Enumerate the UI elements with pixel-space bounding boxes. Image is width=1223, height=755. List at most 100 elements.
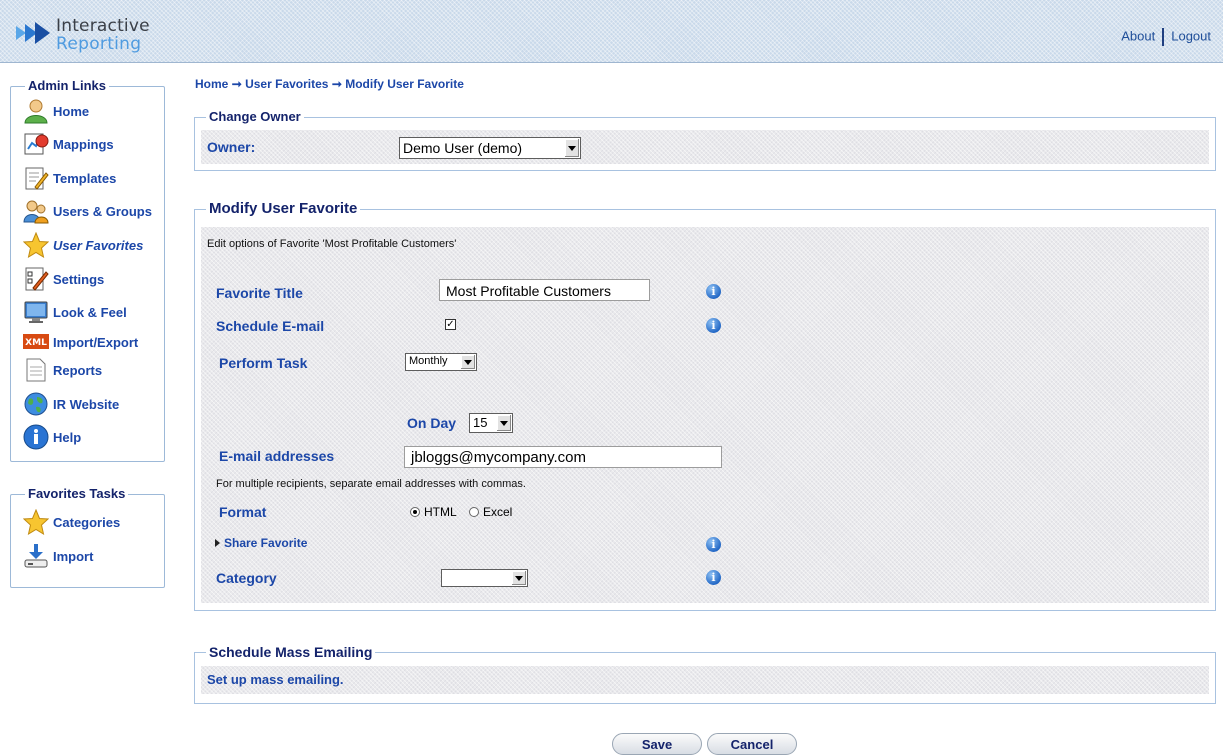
sidebar-item-help[interactable]: Help (23, 422, 81, 452)
change-owner-body: Owner: Demo User (demo) (201, 130, 1209, 164)
sidebar-item-ir-website[interactable]: IR Website (23, 389, 119, 419)
share-favorite-toggle[interactable]: Share Favorite (215, 536, 307, 550)
sidebar-item-label: Import (53, 548, 94, 564)
breadcrumb-current: Modify User Favorite (345, 77, 464, 91)
settings-icon (23, 266, 49, 292)
sidebar-item-import-export[interactable]: XML Import/Export (23, 327, 138, 357)
breadcrumb-separator: ➞ (331, 77, 342, 91)
category-select[interactable] (441, 569, 528, 587)
category-label: Category (216, 570, 277, 586)
perform-task-label: Perform Task (219, 355, 308, 371)
info-icon[interactable]: i (706, 570, 721, 585)
sidebar-item-mappings[interactable]: Mappings (23, 129, 114, 159)
modify-favorite-title: Modify User Favorite (206, 200, 361, 217)
email-addresses-label: E-mail addresses (219, 448, 335, 464)
owner-label: Owner: (207, 139, 256, 155)
caret-right-icon (215, 539, 220, 547)
change-owner-title: Change Owner (206, 109, 304, 124)
sidebar-item-label: IR Website (53, 396, 120, 412)
change-owner-panel: Change Owner Owner: Demo User (demo) (194, 109, 1216, 171)
info-icon[interactable]: i (706, 284, 721, 299)
admin-links-title: Admin Links (25, 78, 110, 93)
mass-emailing-panel: Schedule Mass Emailing Set up mass email… (194, 644, 1216, 704)
format-excel-radio[interactable] (469, 507, 479, 517)
import-icon (23, 543, 49, 569)
sidebar-item-look-feel[interactable]: Look & Feel (23, 297, 127, 327)
sidebar-item-label: Mappings (53, 136, 114, 152)
favorites-tasks-box: Favorites Tasks Categories Import (10, 486, 165, 588)
modify-favorite-body: Edit options of Favorite 'Most Profitabl… (201, 227, 1209, 603)
logo-arrows-icon (16, 22, 50, 44)
format-html-radio[interactable] (410, 507, 420, 517)
info-icon[interactable]: i (706, 537, 721, 552)
perform-task-select[interactable]: Monthly (405, 353, 477, 371)
sidebar-item-label: Templates (53, 170, 117, 186)
star-icon (23, 509, 49, 535)
about-link[interactable]: About (1121, 28, 1155, 43)
monitor-icon (23, 299, 49, 325)
favorite-title-label: Favorite Title (216, 285, 303, 301)
chevron-down-icon (460, 355, 475, 369)
info-icon[interactable]: i (706, 318, 721, 333)
owner-select-value: Demo User (demo) (403, 140, 523, 156)
on-day-value: 15 (473, 415, 488, 430)
email-hint: For multiple recipients, separate email … (216, 478, 526, 490)
share-favorite-label: Share Favorite (224, 536, 308, 550)
sidebar-item-label: Help (53, 429, 82, 445)
sidebar-item-settings[interactable]: Settings (23, 264, 104, 294)
logout-link[interactable]: Logout (1171, 28, 1211, 43)
breadcrumb-user-favorites[interactable]: User Favorites (245, 77, 328, 91)
logo-text-interactive: Interactive (56, 16, 150, 36)
sidebar-item-label: Settings (53, 271, 105, 287)
cancel-button[interactable]: Cancel (707, 733, 797, 755)
schedule-email-checkbox[interactable]: ✓ (445, 319, 456, 330)
sidebar-item-templates[interactable]: Templates (23, 163, 116, 193)
breadcrumb-home[interactable]: Home (195, 77, 228, 91)
perform-task-value: Monthly (409, 355, 448, 367)
sidebar-item-label: Home (53, 103, 90, 119)
sidebar-item-home[interactable]: Home (23, 96, 89, 126)
on-day-select[interactable]: 15 (469, 413, 513, 433)
sidebar-item-import[interactable]: Import (23, 541, 93, 571)
breadcrumb: Home ➞ User Favorites ➞ Modify User Favo… (195, 77, 464, 91)
on-day-label: On Day (407, 415, 457, 431)
mappings-icon (23, 131, 49, 157)
sidebar-item-reports[interactable]: Reports (23, 355, 102, 385)
sidebar-item-label: Users & Groups (53, 203, 152, 219)
app-header: Interactive Reporting About Logout (0, 0, 1223, 63)
top-links: About Logout (1121, 28, 1211, 46)
svg-text:XML: XML (25, 338, 47, 348)
sidebar-item-label: Categories (53, 514, 121, 530)
favorite-title-input[interactable]: Most Profitable Customers (439, 279, 650, 301)
favorites-tasks-title: Favorites Tasks (25, 486, 129, 501)
globe-icon (23, 391, 49, 417)
admin-links-box: Admin Links Home Mappings Templates User… (10, 78, 165, 462)
modify-favorite-panel: Modify User Favorite Edit options of Fav… (194, 200, 1216, 611)
format-html-label: HTML (424, 505, 457, 519)
app-logo[interactable]: Interactive Reporting (14, 14, 204, 54)
email-addresses-input[interactable]: jbloggs@mycompany.com (404, 446, 722, 468)
sidebar-item-label: Reports (53, 362, 103, 378)
templates-icon (23, 165, 49, 191)
logo-text-reporting: Reporting (56, 34, 142, 54)
link-divider (1162, 28, 1165, 46)
info-icon (23, 424, 49, 450)
users-groups-icon (23, 198, 49, 224)
sidebar-item-label: Import/Export (53, 334, 139, 350)
sidebar-item-user-favorites[interactable]: User Favorites (23, 230, 143, 260)
chevron-down-icon (511, 571, 526, 585)
sidebar-item-users-groups[interactable]: Users & Groups (23, 196, 152, 226)
save-button[interactable]: Save (612, 733, 702, 755)
sidebar-item-label: User Favorites (53, 237, 144, 253)
format-excel-label: Excel (483, 505, 513, 519)
mass-emailing-body: Set up mass emailing. (201, 666, 1209, 694)
star-icon (23, 232, 49, 258)
owner-select[interactable]: Demo User (demo) (399, 137, 581, 159)
breadcrumb-separator: ➞ (231, 77, 242, 91)
user-icon (23, 98, 49, 124)
sidebar-item-categories[interactable]: Categories (23, 507, 120, 537)
mass-emailing-title: Schedule Mass Emailing (206, 644, 376, 660)
mass-emailing-link[interactable]: Set up mass emailing. (207, 672, 344, 687)
xml-icon: XML (23, 329, 49, 355)
format-label: Format (219, 504, 267, 520)
